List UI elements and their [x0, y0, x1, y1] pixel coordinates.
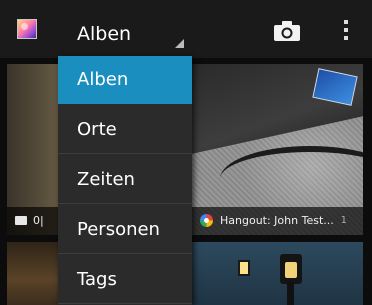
dropdown-item-orte[interactable]: Orte [58, 106, 192, 154]
album-title: 0| [33, 214, 44, 227]
dropdown-item-personen[interactable]: Personen [58, 206, 192, 254]
overflow-dot [344, 28, 348, 32]
dropdown-item-tags[interactable]: Tags [58, 256, 192, 304]
action-bar: Alben [0, 0, 372, 58]
photo-lamp [280, 254, 302, 284]
photo-lamp-small [238, 260, 250, 276]
gallery-app-icon[interactable] [17, 19, 37, 39]
album-count: 1 [340, 215, 347, 226]
album-tile[interactable]: Hangout: John Test... 1 [190, 64, 363, 235]
camera-icon [274, 21, 300, 41]
view-dropdown-menu: Alben Orte Zeiten Personen Tags [58, 56, 192, 305]
spinner-label: Alben [77, 23, 132, 45]
photo-lamp-post [287, 282, 294, 305]
hangout-icon [200, 214, 213, 227]
photo-cable [220, 146, 363, 212]
overflow-menu-button[interactable] [338, 20, 354, 44]
album-caption-bar: Hangout: John Test... 1 [190, 207, 363, 235]
dropdown-item-zeiten[interactable]: Zeiten [58, 156, 192, 204]
overflow-dot [344, 36, 348, 40]
folder-icon [15, 216, 27, 225]
spinner-arrow-icon [175, 39, 184, 48]
album-tile[interactable] [190, 242, 363, 305]
camera-button[interactable] [273, 20, 301, 42]
dropdown-item-alben[interactable]: Alben [58, 56, 192, 104]
album-title: Hangout: John Test... [220, 214, 334, 227]
view-spinner[interactable]: Alben [58, 12, 188, 52]
overflow-dot [344, 20, 348, 24]
